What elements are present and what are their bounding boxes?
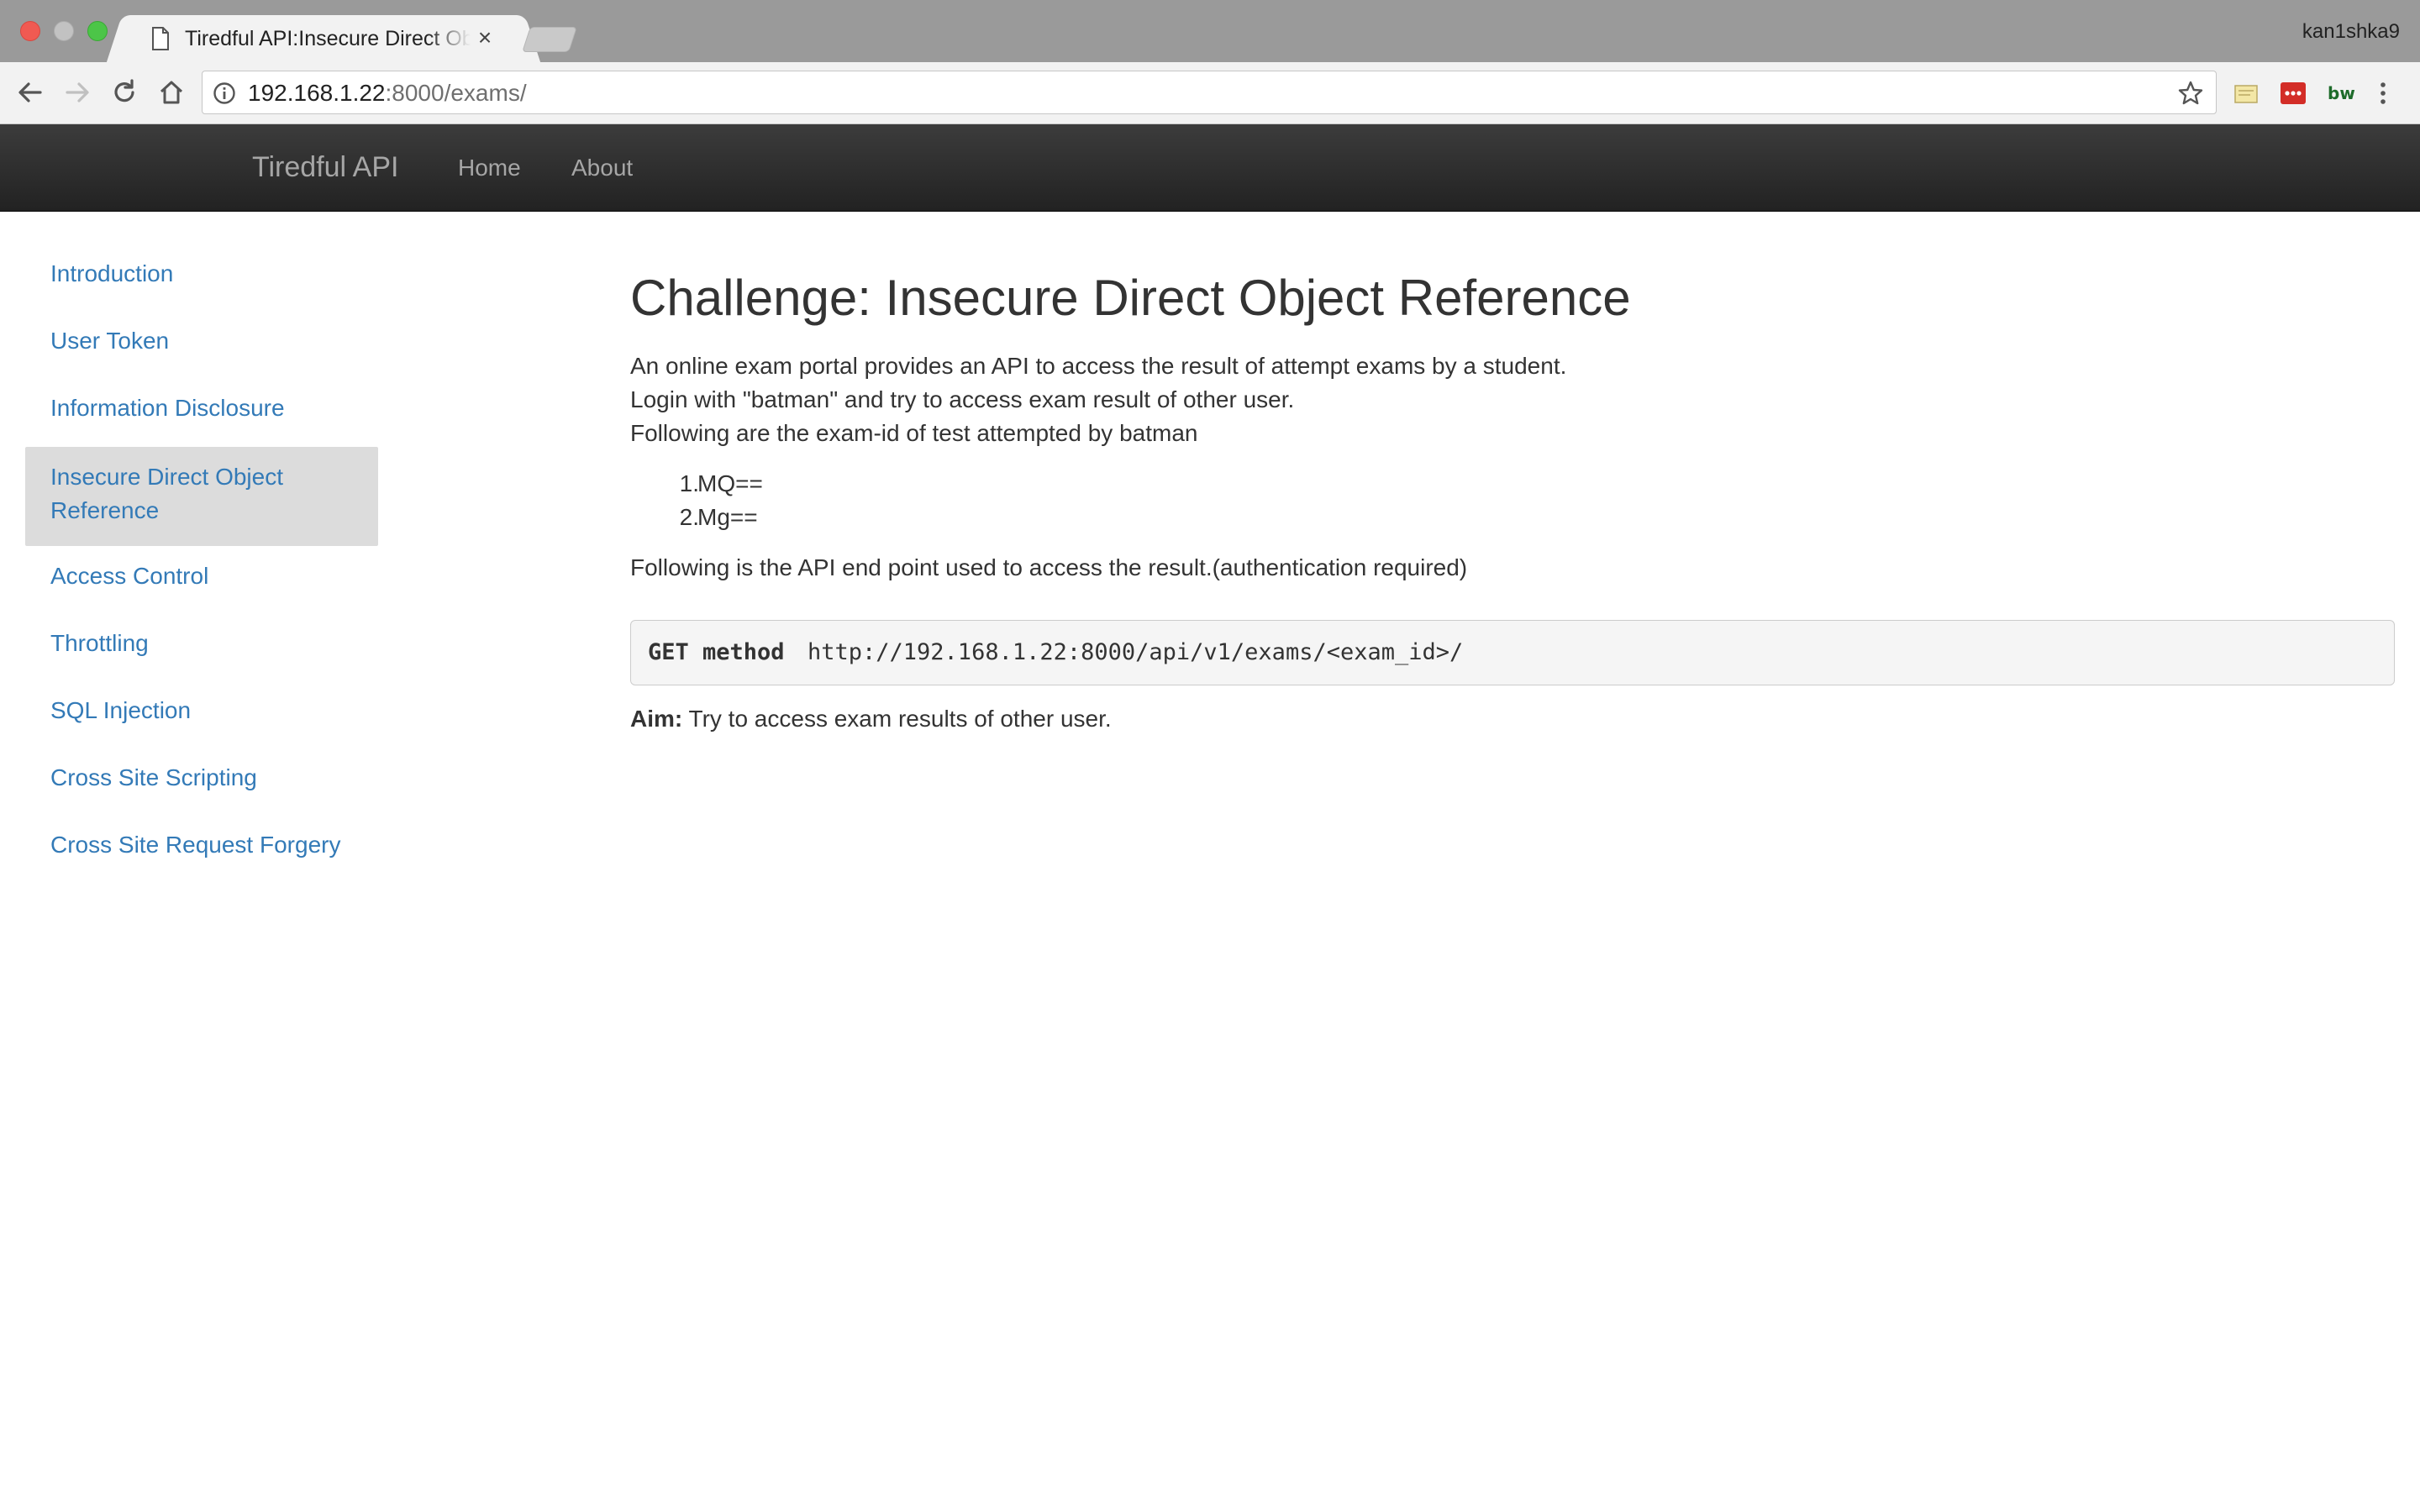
site-brand-link[interactable]: Tiredful API (252, 151, 398, 184)
list-item: 1. MQ== (630, 470, 966, 504)
browser-tab-active[interactable]: Tiredful API:Insecure Direct Object Refe… (126, 15, 521, 62)
browser-titlebar: Tiredful API:Insecure Direct Object Refe… (0, 0, 2420, 62)
intro-line-3: Following are the exam-id of test attemp… (630, 420, 1198, 446)
list-item: 2. Mg== (630, 504, 966, 538)
nav-home-link[interactable]: Home (458, 155, 521, 181)
extension-lastpass-icon[interactable] (2279, 79, 2307, 108)
aim-text: Try to access exam results of other user… (682, 706, 1112, 732)
bookmark-star-icon[interactable] (2177, 80, 2204, 107)
sidebar-item-cross-site-scripting[interactable]: Cross Site Scripting (25, 761, 378, 795)
back-arrow-icon[interactable] (15, 77, 45, 108)
exam-id-value: MQ== (697, 470, 763, 496)
tab-close-icon[interactable]: × (472, 24, 497, 50)
document-icon (152, 27, 169, 50)
browser-toolbar: 192.168.1.22:8000/exams/ bw (0, 62, 2420, 124)
info-icon[interactable] (213, 81, 236, 105)
sidebar-item-user-token[interactable]: User Token (25, 324, 378, 358)
intro-line-2: Login with "batman" and try to access ex… (630, 386, 1295, 412)
sidebar-item-access-control[interactable]: Access Control (25, 559, 378, 593)
browser-menu-icon[interactable] (2375, 79, 2391, 108)
sidebar-item-idor[interactable]: Insecure Direct Object Reference (25, 447, 378, 546)
intro-line-1: An online exam portal provides an API to… (630, 353, 1567, 379)
tab-title: Tiredful API:Insecure Direct Object Refe… (185, 27, 471, 50)
sidebar-item-throttling[interactable]: Throttling (25, 627, 378, 660)
sidebar-item-csrf[interactable]: Cross Site Request Forgery (25, 828, 378, 862)
extension-sticky-note-icon[interactable] (2232, 79, 2260, 108)
endpoint-description: Following is the API end point used to a… (630, 554, 1468, 580)
minimize-window-button[interactable] (54, 21, 74, 41)
maximize-window-button[interactable] (87, 21, 108, 41)
aim-statement: Aim: Try to access exam results of other… (630, 706, 1112, 732)
extension-builtwith-icon[interactable]: bw (2326, 79, 2354, 108)
aim-label: Aim: (630, 706, 683, 732)
sidebar-item-sql-injection[interactable]: SQL Injection (25, 694, 378, 727)
nav-about-link[interactable]: About (571, 155, 633, 181)
code-method: GET method (648, 639, 785, 665)
address-bar[interactable]: 192.168.1.22:8000/exams/ (202, 71, 2217, 114)
page-title: Challenge: Insecure Direct Object Refere… (630, 270, 1631, 326)
url-path: :8000/exams/ (385, 80, 527, 106)
reload-icon[interactable] (109, 77, 139, 108)
profile-name[interactable]: kan1shka9 (2302, 20, 2400, 44)
api-endpoint-code-block: GET method http://192.168.1.22:8000/api/… (630, 620, 2395, 685)
url-text[interactable]: 192.168.1.22:8000/exams/ (248, 80, 527, 107)
sidebar-item-introduction[interactable]: Introduction (25, 257, 378, 291)
site-navbar: Tiredful API Home About (0, 124, 2420, 212)
svg-text:bw: bw (2328, 83, 2354, 103)
forward-arrow-icon[interactable] (62, 77, 92, 108)
exam-id-value: Mg== (697, 504, 758, 530)
list-item-number: 2. (679, 504, 699, 530)
close-window-button[interactable] (20, 21, 40, 41)
list-item-number: 1. (679, 470, 699, 496)
url-host: 192.168.1.22 (248, 80, 386, 106)
sidebar-item-information-disclosure[interactable]: Information Disclosure (25, 391, 378, 425)
code-url: http://192.168.1.22:8000/api/v1/exams/<e… (808, 639, 1464, 665)
new-tab-button[interactable] (522, 27, 577, 52)
home-icon[interactable] (156, 77, 187, 108)
